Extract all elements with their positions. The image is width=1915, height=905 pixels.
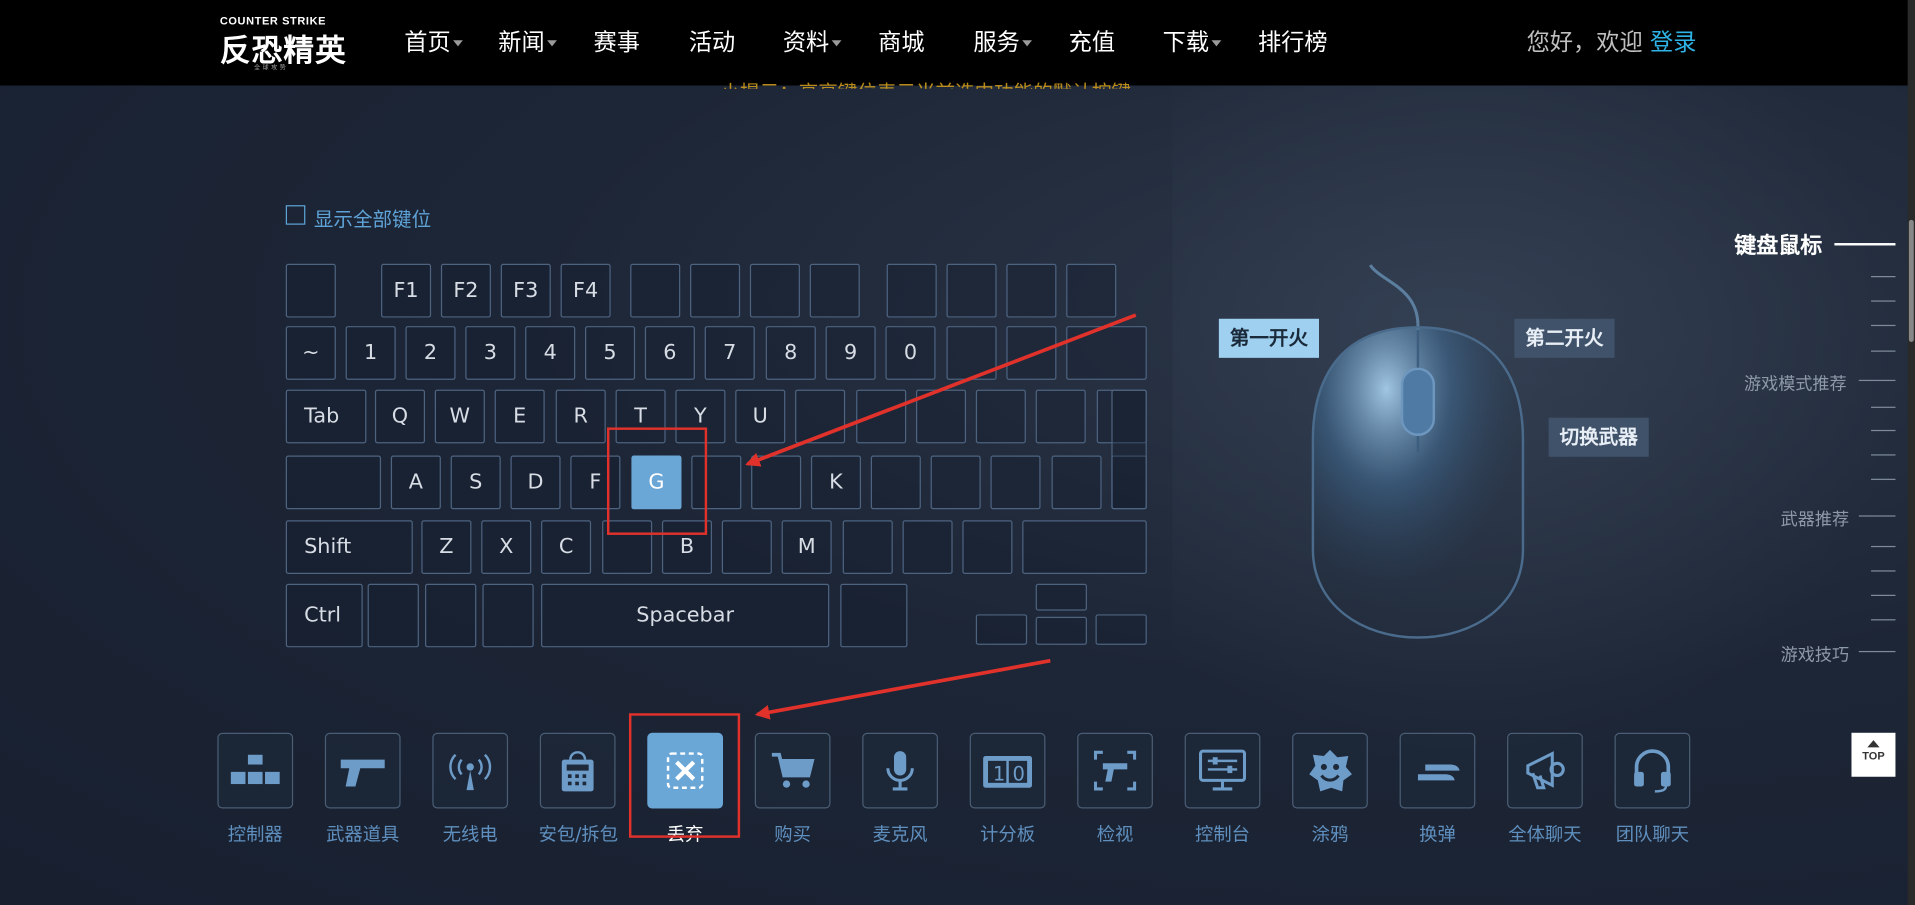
function-label: 计分板 [980, 823, 1036, 846]
page-scrollbar-thumb[interactable] [1908, 219, 1914, 342]
mouse-diagram [1311, 264, 1525, 639]
function-label: 武器道具 [326, 823, 400, 846]
function-label: 无线电 [442, 823, 498, 846]
side-nav-tick [1871, 406, 1896, 408]
side-nav-tick [1871, 300, 1896, 302]
wheel-label: 切换武器 [1548, 417, 1649, 457]
function-label: 麦克风 [872, 823, 928, 846]
side-nav-tick-major [1858, 515, 1896, 517]
reload-icon[interactable] [1399, 732, 1476, 809]
annotation-box-drop [628, 713, 741, 838]
function-cart[interactable]: 购买 [754, 732, 832, 847]
arrow-to-drop-function [754, 658, 1051, 720]
function-label: 涂鸦 [1311, 823, 1349, 846]
function-console[interactable]: 控制台 [1183, 732, 1261, 847]
function-controller[interactable]: 控制器 [216, 732, 294, 847]
microphone-icon[interactable] [862, 732, 938, 809]
side-nav-tick [1871, 324, 1896, 327]
mouse-wheel [1400, 367, 1436, 437]
function-graffiti[interactable]: 涂鸦 [1291, 732, 1369, 847]
side-nav-tick [1871, 594, 1896, 596]
function-microphone[interactable]: 麦克风 [861, 732, 939, 847]
function-label: 控制台 [1195, 823, 1251, 846]
radio-icon[interactable] [432, 732, 509, 809]
function-headset[interactable]: 团队聊天 [1613, 732, 1691, 847]
function-bomb[interactable]: 安包/拆包 [538, 732, 619, 847]
function-label: 全体聊天 [1508, 823, 1582, 846]
up-arrow-icon [1867, 740, 1880, 748]
headset-icon[interactable] [1614, 732, 1691, 809]
function-label: 控制器 [227, 823, 283, 846]
svg-text:0: 0 [1012, 762, 1024, 785]
inspect-icon[interactable] [1077, 732, 1153, 809]
function-inspect[interactable]: 检视 [1076, 732, 1154, 847]
back-to-top-button[interactable]: TOP [1851, 732, 1896, 777]
cart-icon[interactable] [754, 732, 831, 809]
side-nav-tick [1871, 545, 1896, 548]
function-label: 安包/拆包 [538, 823, 619, 846]
left-button-label: 第一开火 [1218, 318, 1320, 358]
svg-text:1: 1 [993, 762, 1005, 785]
scoreboard-icon[interactable]: 10 [969, 732, 1046, 809]
function-label: 换弹 [1419, 823, 1456, 846]
side-nav-weapons[interactable]: 武器推荐 [1781, 507, 1849, 531]
function-label: 团队聊天 [1615, 823, 1690, 846]
side-nav-active-indicator [1834, 243, 1896, 246]
bomb-icon[interactable] [539, 732, 616, 809]
side-nav-tick [1871, 350, 1896, 352]
function-megaphone[interactable]: 全体聊天 [1506, 732, 1584, 847]
side-nav-tick [1871, 478, 1896, 480]
right-button-label: 第二开火 [1514, 318, 1615, 358]
side-nav-tick [1871, 454, 1896, 456]
side-nav-tick [1871, 276, 1896, 278]
side-nav-tick [1871, 619, 1896, 621]
megaphone-icon[interactable] [1507, 732, 1583, 809]
arrow-to-g-key [745, 313, 1137, 467]
graffiti-icon[interactable] [1292, 732, 1368, 809]
function-label: 购买 [774, 823, 811, 846]
function-label: 检视 [1096, 823, 1134, 846]
function-reload[interactable]: 换弹 [1398, 732, 1476, 847]
controller-icon[interactable] [217, 732, 294, 809]
side-nav-tick [1871, 570, 1896, 572]
side-nav-game-mode[interactable]: 游戏模式推荐 [1744, 371, 1847, 395]
pistol-icon[interactable] [324, 732, 401, 809]
console-icon[interactable] [1184, 732, 1261, 809]
side-nav-keyboard-mouse[interactable]: 键盘鼠标 [1734, 228, 1822, 260]
function-radio[interactable]: 无线电 [431, 732, 509, 847]
side-nav-tips[interactable]: 游戏技巧 [1781, 642, 1849, 666]
function-scoreboard[interactable]: 1 0 计分板 [968, 732, 1046, 847]
function-pistol[interactable]: 武器道具 [324, 732, 402, 847]
side-nav-tick-major [1858, 379, 1896, 382]
page-scrollbar[interactable] [1907, 0, 1915, 905]
side-nav-tick [1871, 429, 1896, 432]
side-nav-tick-major [1858, 650, 1896, 653]
